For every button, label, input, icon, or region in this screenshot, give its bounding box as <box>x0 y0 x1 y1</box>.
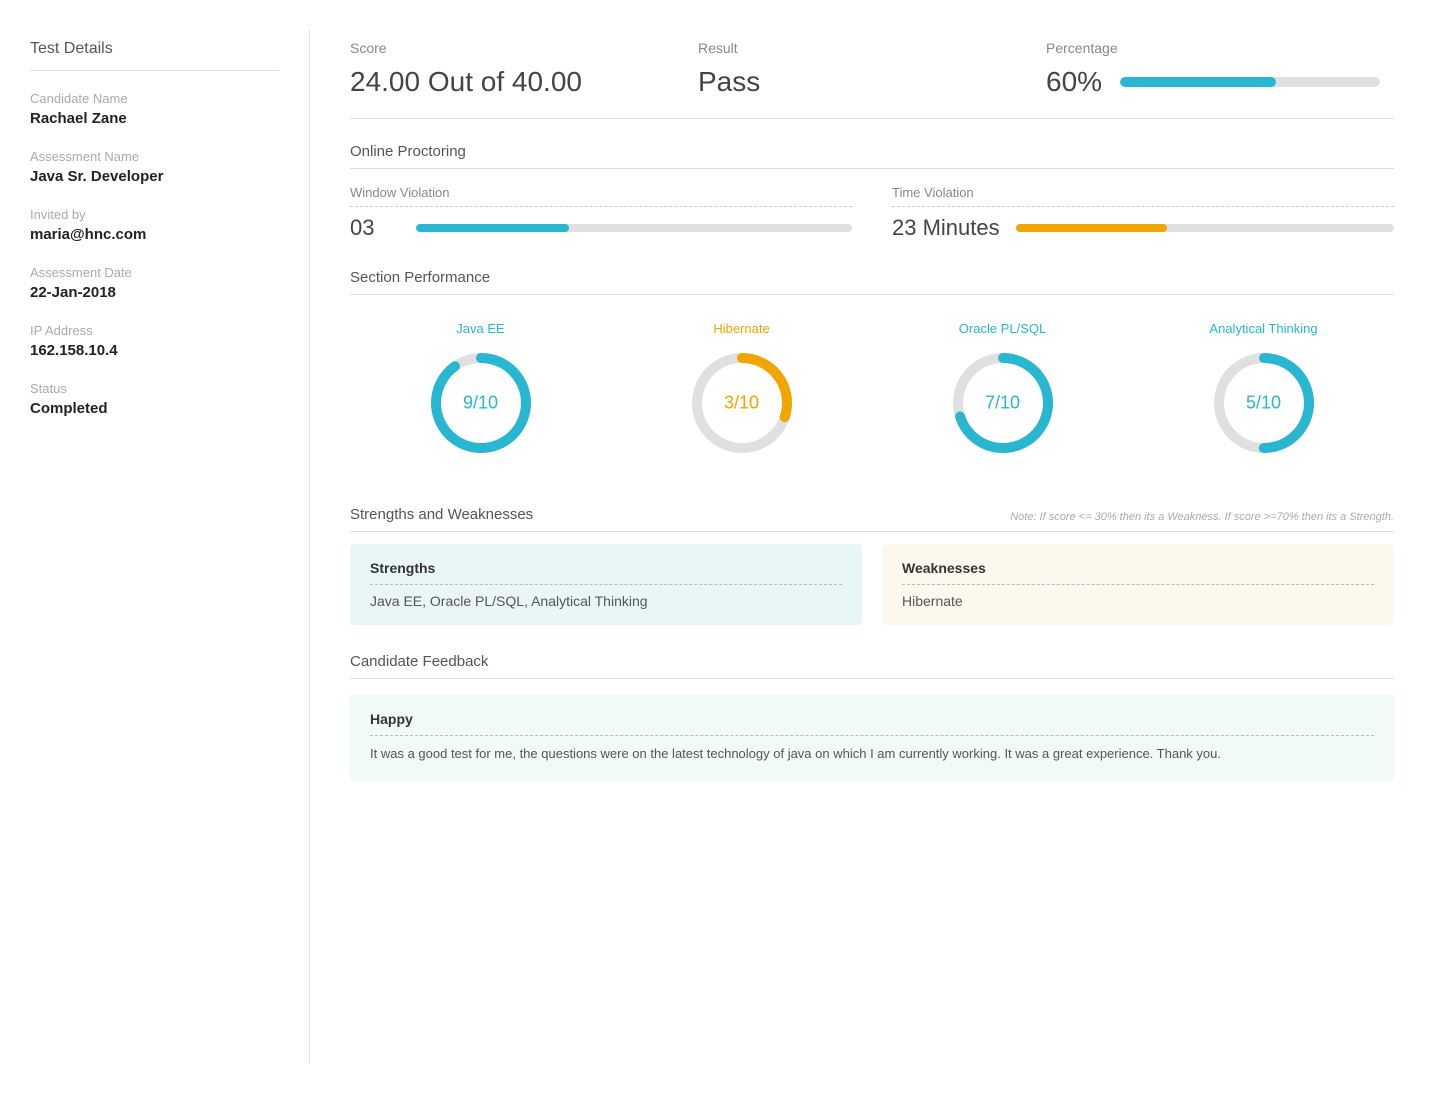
sidebar-field: Assessment Name Java Sr. Developer <box>30 149 279 185</box>
proctoring-item-label: Window Violation <box>350 185 852 207</box>
proctoring-item: Time Violation 23 Minutes <box>892 185 1394 241</box>
proctoring-heading: Online Proctoring <box>350 143 1394 169</box>
score-value: 24.00 Out of 40.00 <box>350 66 698 98</box>
sidebar-field-value: 162.158.10.4 <box>30 342 279 359</box>
sidebar-field: IP Address 162.158.10.4 <box>30 323 279 359</box>
sidebar-field-value: maria@hnc.com <box>30 226 279 243</box>
feedback-card-text: It was a good test for me, the questions… <box>370 744 1374 765</box>
proctoring-bar-fill <box>1016 224 1167 232</box>
sw-heading: Strengths and Weaknesses <box>350 506 533 523</box>
donut-container: 7/10 <box>948 348 1058 458</box>
proctoring-bar-fill <box>416 224 569 232</box>
score-row: Score 24.00 Out of 40.00 Result Pass Per… <box>350 40 1394 119</box>
donut-text: 9/10 <box>463 393 498 414</box>
percentage-col: Percentage 60% <box>1046 40 1394 98</box>
sidebar-field-value: Completed <box>30 400 279 417</box>
donut-text: 3/10 <box>724 393 759 414</box>
sidebar-field: Assessment Date 22-Jan-2018 <box>30 265 279 301</box>
result-label: Result <box>698 40 1046 56</box>
donut-text: 7/10 <box>985 393 1020 414</box>
donut-label: Java EE <box>456 321 504 336</box>
sidebar-field-label: Invited by <box>30 207 279 222</box>
donut-container: 3/10 <box>687 348 797 458</box>
donut-item: Hibernate 3/10 <box>687 321 797 458</box>
sw-section: Strengths and Weaknesses Note: If score … <box>350 506 1394 625</box>
proctoring-bar-bg <box>416 224 852 232</box>
feedback-heading: Candidate Feedback <box>350 653 1394 679</box>
proctoring-value: 03 <box>350 215 400 241</box>
feedback-card: Happy It was a good test for me, the que… <box>350 695 1394 781</box>
sidebar-field: Invited by maria@hnc.com <box>30 207 279 243</box>
strengths-card: Strengths Java EE, Oracle PL/SQL, Analyt… <box>350 544 862 625</box>
proctoring-item-content: 23 Minutes <box>892 215 1394 241</box>
sidebar-field-label: Assessment Name <box>30 149 279 164</box>
strengths-title: Strengths <box>370 560 842 585</box>
score-label: Score <box>350 40 698 56</box>
sidebar-title: Test Details <box>30 40 279 71</box>
proctoring-section: Online Proctoring Window Violation 03 Ti… <box>350 143 1394 241</box>
donut-container: 9/10 <box>426 348 536 458</box>
weaknesses-title: Weaknesses <box>902 560 1374 585</box>
percentage-row: 60% <box>1046 66 1394 98</box>
donut-item: Analytical Thinking 5/10 <box>1209 321 1319 458</box>
sidebar-field: Status Completed <box>30 381 279 417</box>
percentage-label: Percentage <box>1046 40 1394 56</box>
percentage-value: 60% <box>1046 66 1106 98</box>
proctoring-item-label: Time Violation <box>892 185 1394 207</box>
sidebar-field-label: Candidate Name <box>30 91 279 106</box>
main-content: Score 24.00 Out of 40.00 Result Pass Per… <box>310 30 1434 1064</box>
sidebar-field-label: Assessment Date <box>30 265 279 280</box>
percentage-bar-fill <box>1120 77 1276 87</box>
sw-note: Note: If score <= 30% then its a Weaknes… <box>1010 511 1394 523</box>
sidebar-field-value: Rachael Zane <box>30 110 279 127</box>
performance-section: Section Performance Java EE 9/10 Hiberna… <box>350 269 1394 478</box>
feedback-section: Candidate Feedback Happy It was a good t… <box>350 653 1394 781</box>
feedback-card-title: Happy <box>370 711 1374 736</box>
proctoring-item: Window Violation 03 <box>350 185 852 241</box>
weaknesses-card: Weaknesses Hibernate <box>882 544 1394 625</box>
sidebar-field-value: 22-Jan-2018 <box>30 284 279 301</box>
proctoring-bar-bg <box>1016 224 1394 232</box>
strengths-value: Java EE, Oracle PL/SQL, Analytical Think… <box>370 593 842 609</box>
sidebar-field: Candidate Name Rachael Zane <box>30 91 279 127</box>
proctoring-item-content: 03 <box>350 215 852 241</box>
result-value: Pass <box>698 66 1046 98</box>
percentage-bar-bg <box>1120 77 1380 87</box>
donut-label: Oracle PL/SQL <box>959 321 1046 336</box>
sw-cards: Strengths Java EE, Oracle PL/SQL, Analyt… <box>350 544 1394 625</box>
proctoring-value: 23 Minutes <box>892 215 1000 241</box>
sw-header-row: Strengths and Weaknesses Note: If score … <box>350 506 1394 532</box>
result-col: Result Pass <box>698 40 1046 98</box>
donut-label: Hibernate <box>713 321 769 336</box>
sidebar: Test Details Candidate Name Rachael Zane… <box>0 30 310 1064</box>
donut-item: Java EE 9/10 <box>426 321 536 458</box>
donut-text: 5/10 <box>1246 393 1281 414</box>
donut-label: Analytical Thinking <box>1209 321 1317 336</box>
donut-item: Oracle PL/SQL 7/10 <box>948 321 1058 458</box>
sidebar-field-label: IP Address <box>30 323 279 338</box>
proctoring-row: Window Violation 03 Time Violation 23 Mi… <box>350 185 1394 241</box>
score-col: Score 24.00 Out of 40.00 <box>350 40 698 98</box>
performance-heading: Section Performance <box>350 269 1394 295</box>
sidebar-field-value: Java Sr. Developer <box>30 168 279 185</box>
sidebar-field-label: Status <box>30 381 279 396</box>
weaknesses-value: Hibernate <box>902 593 1374 609</box>
donut-row: Java EE 9/10 Hibernate 3/10 Oracle PL/SQ… <box>350 311 1394 478</box>
donut-container: 5/10 <box>1209 348 1319 458</box>
